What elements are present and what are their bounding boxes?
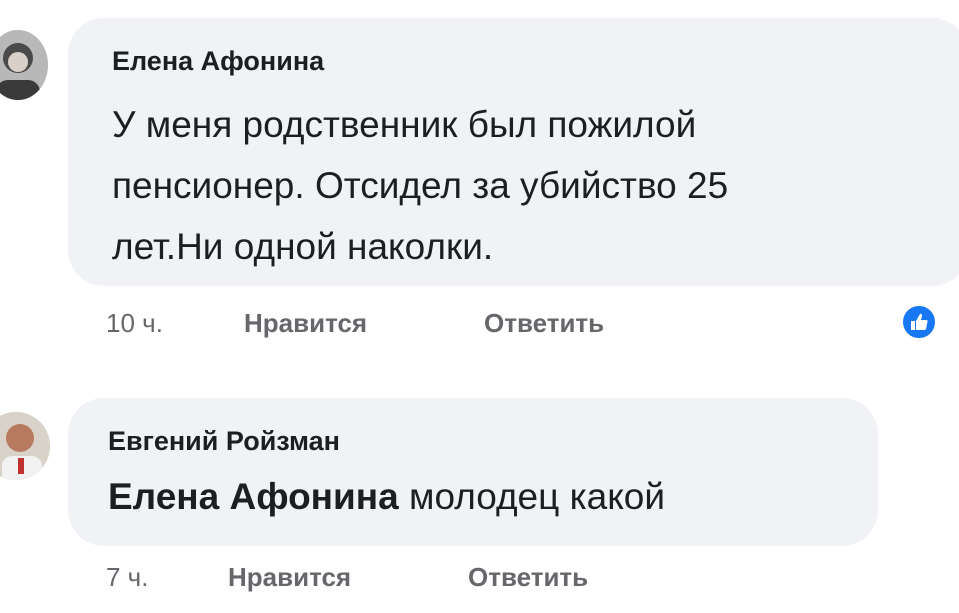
comment-text-line-3: лет.Ни одной наколки.	[112, 226, 494, 267]
like-button[interactable]: Нравится	[228, 562, 351, 593]
comment-timestamp[interactable]: 7 ч.	[106, 562, 148, 593]
reply-button[interactable]: Ответить	[484, 308, 604, 339]
comment-text-line-1: У меня родственник был пожилой	[112, 104, 697, 145]
comment-text-rest: молодец какой	[409, 476, 666, 517]
mention-link[interactable]: Елена Афонина	[108, 476, 399, 517]
like-button[interactable]: Нравится	[244, 308, 367, 339]
reply-button[interactable]: Ответить	[468, 562, 588, 593]
comment-author[interactable]: Елена Афонина	[112, 46, 324, 77]
like-reaction-icon[interactable]	[900, 303, 938, 341]
comment-actions: 7 ч. Нравится Ответить	[106, 562, 806, 596]
avatar-photo	[0, 30, 48, 100]
avatar[interactable]	[0, 30, 48, 100]
comment-text-line-2: пенсионер. Отсидел за убийство 25	[112, 165, 729, 206]
thumbs-up-icon	[911, 313, 928, 330]
comment-author[interactable]: Евгений Ройзман	[108, 426, 340, 457]
avatar-photo	[0, 412, 50, 480]
comment-text: Елена Афонина молодец какой	[108, 468, 665, 526]
comment-actions: 10 ч. Нравится Ответить	[106, 308, 806, 342]
comment-timestamp[interactable]: 10 ч.	[106, 308, 163, 339]
avatar[interactable]	[0, 412, 50, 480]
